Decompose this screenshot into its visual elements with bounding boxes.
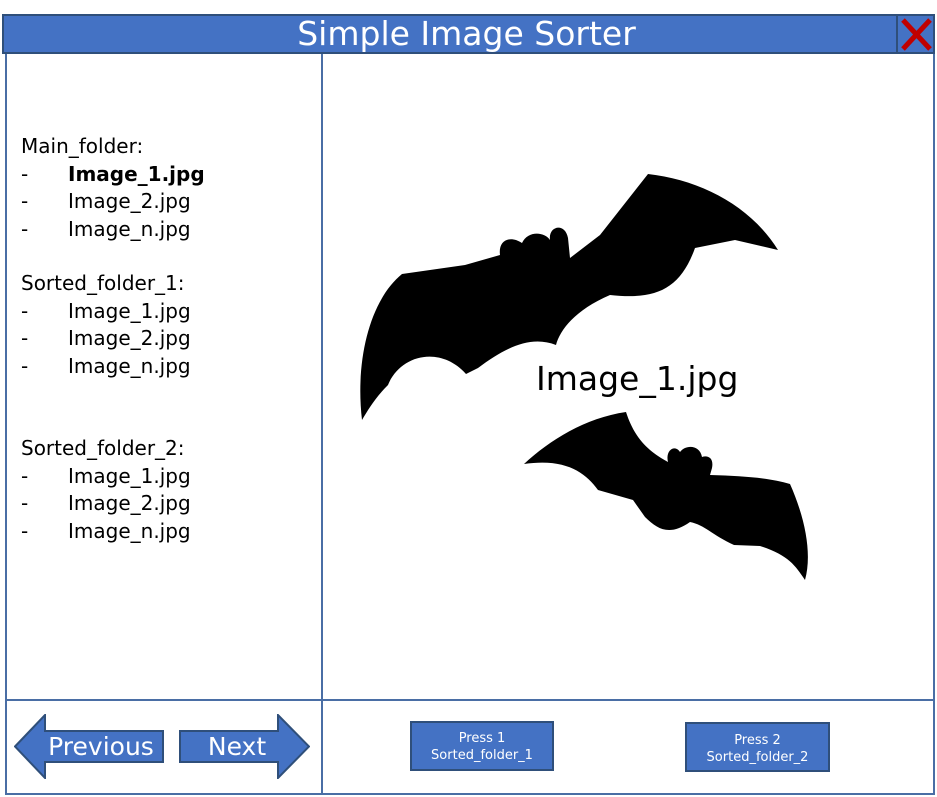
image-caption: Image_1.jpg	[536, 359, 739, 398]
file-name: Image_1.jpg	[68, 298, 191, 323]
folder-heading: Main_folder:	[21, 134, 144, 158]
file-name: Image_2.jpg	[68, 326, 191, 350]
file-name: Image_2.jpg	[68, 491, 191, 515]
file-name: Image_1.jpg	[68, 463, 191, 488]
list-dash: -	[21, 518, 29, 543]
list-dash: -	[21, 298, 29, 323]
list-item[interactable]: - Image_2.jpg	[21, 325, 311, 353]
list-dash: -	[21, 353, 29, 378]
list-item[interactable]: - Image_1.jpg	[21, 298, 311, 326]
file-name-selected: Image_1.jpg	[68, 161, 205, 186]
file-name: Image_2.jpg	[68, 189, 191, 213]
next-button[interactable]: Next	[179, 714, 310, 779]
list-item[interactable]: - Image_n.jpg	[21, 216, 311, 244]
previous-label: Previous	[48, 732, 154, 761]
list-dash: -	[21, 189, 29, 213]
list-item[interactable]: - Image_2.jpg	[21, 490, 311, 518]
list-item[interactable]: - Image_n.jpg	[21, 518, 311, 546]
list-dash: -	[21, 161, 29, 186]
list-item[interactable]: - Image_2.jpg	[21, 188, 311, 216]
sort-folder-2-button[interactable]: Press 2 Sorted_folder_2	[685, 722, 830, 772]
list-dash: -	[21, 491, 29, 515]
next-label: Next	[207, 732, 267, 761]
window-title: Simple Image Sorter	[297, 14, 636, 53]
folder-heading: Sorted_folder_1:	[21, 271, 185, 295]
close-x-icon	[901, 18, 932, 51]
small-bat-shape	[524, 412, 808, 580]
file-name: Image_n.jpg	[68, 353, 191, 378]
file-name: Image_n.jpg	[68, 216, 191, 241]
sort-button-target: Sorted_folder_2	[706, 750, 809, 765]
horizontal-divider	[5, 699, 935, 701]
list-item[interactable]: - Image_n.jpg	[21, 353, 311, 381]
close-button[interactable]	[896, 14, 935, 54]
previous-button[interactable]: Previous	[14, 714, 164, 779]
folder-tree: Main_folder: - Image_1.jpg - Image_2.jpg -…	[21, 133, 311, 545]
file-name: Image_n.jpg	[68, 518, 191, 543]
list-item[interactable]: - Image_1.jpg	[21, 463, 311, 491]
folder-heading: Sorted_folder_2:	[21, 436, 185, 460]
list-dash: -	[21, 216, 29, 241]
list-item[interactable]: - Image_1.jpg	[21, 161, 311, 189]
sort-button-key: Press 2	[734, 733, 781, 748]
list-dash: -	[21, 463, 29, 488]
vertical-divider	[321, 54, 323, 795]
list-dash: -	[21, 326, 29, 350]
sort-button-target: Sorted_folder_1	[431, 748, 533, 763]
sort-folder-1-button[interactable]: Press 1 Sorted_folder_1	[410, 721, 554, 771]
sort-button-key: Press 1	[458, 731, 506, 746]
